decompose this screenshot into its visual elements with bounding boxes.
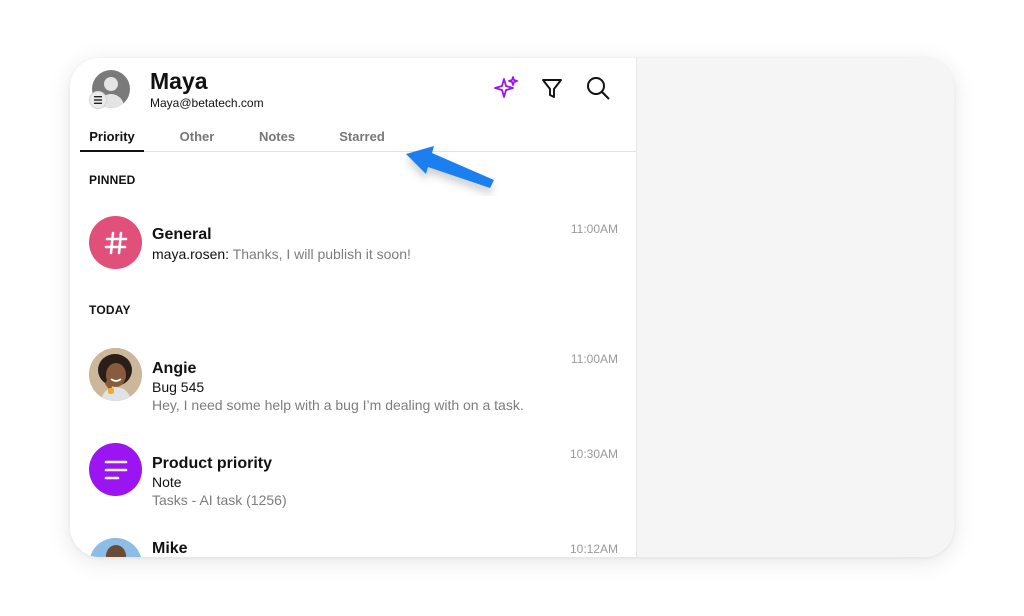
conversation-item-general[interactable]: General maya.rosen: Thanks, I will publi… [70, 208, 636, 278]
user-email: Maya@betatech.com [150, 96, 264, 110]
message-sender: maya.rosen: [152, 246, 230, 262]
menu-icon[interactable] [89, 91, 107, 109]
conversation-time: 11:00AM [570, 222, 618, 236]
section-label-today: TODAY [89, 303, 131, 317]
note-lines-icon [89, 443, 142, 496]
conversation-subtitle: Note [152, 474, 182, 490]
conversation-item-product-priority[interactable]: Product priority Note Tasks - AI task (1… [70, 433, 636, 513]
tab-other[interactable]: Other [170, 118, 224, 152]
conversation-title: Angie [152, 360, 197, 377]
sparkle-icon[interactable] [492, 74, 520, 102]
conversation-subtitle: Bug 545 [152, 379, 205, 395]
avatar-angie [89, 348, 142, 401]
conversation-time: 11:00AM [570, 352, 618, 366]
detail-panel [636, 58, 954, 557]
conversation-preview: maya.rosen: Thanks, I will publish it so… [152, 246, 411, 262]
conversation-title: Product priority [152, 455, 273, 472]
annotation-arrow-icon [406, 146, 494, 188]
conversation-preview: Hey, I need some help with a bug I’m dea… [152, 397, 524, 413]
message-text: Thanks, I will publish it soon! [229, 246, 411, 262]
conversation-item-angie[interactable]: Angie Bug 545 Hey, I need some help with… [70, 338, 636, 418]
avatar-mike [89, 538, 142, 557]
section-label-pinned: PINNED [89, 173, 136, 187]
hash-icon [89, 216, 142, 269]
search-icon[interactable] [584, 74, 612, 102]
conversation-preview: Tasks - AI task (1256) [152, 492, 287, 508]
filter-icon[interactable] [538, 74, 566, 102]
tab-bar: Priority Other Notes Starred [80, 118, 636, 152]
tab-priority[interactable]: Priority [80, 118, 144, 152]
app-window: Maya Maya@betatech.com Priority Other No… [70, 58, 954, 557]
tab-notes[interactable]: Notes [250, 118, 304, 152]
conversation-item-mike[interactable]: Mike 10:12AM [70, 528, 636, 557]
conversation-time: 10:12AM [569, 542, 618, 556]
tab-starred[interactable]: Starred [330, 118, 394, 152]
conversation-time: 10:30AM [569, 447, 618, 461]
conversation-list-panel: Maya Maya@betatech.com Priority Other No… [70, 58, 636, 557]
conversation-title: General [152, 226, 212, 243]
conversation-title: Mike [152, 540, 188, 557]
user-name: Maya [150, 68, 208, 94]
